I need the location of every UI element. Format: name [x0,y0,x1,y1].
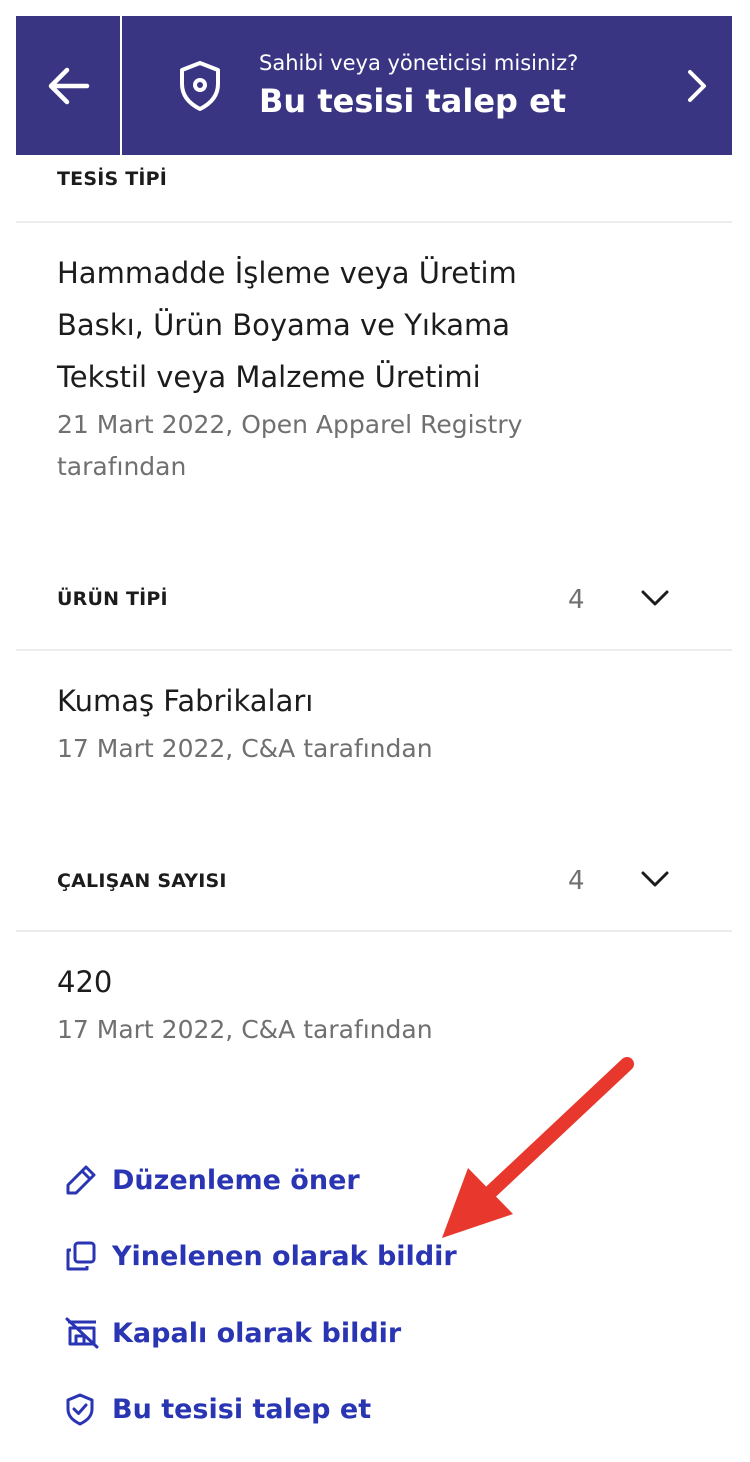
report-closed-label: Kapalı olarak bildir [112,1317,402,1349]
product-type-count: 4 [568,585,585,615]
back-button[interactable] [16,16,122,155]
facility-type-meta: tarafından [57,452,187,481]
product-type-meta: 17 Mart 2022, C&A tarafından [57,734,433,763]
report-closed-link[interactable]: Kapalı olarak bildir [64,1315,401,1351]
chevron-right-icon [688,69,706,102]
closed-store-icon [65,1317,99,1349]
report-duplicate-link[interactable]: Yinelenen olarak bildir [64,1238,457,1274]
employee-count-count: 4 [568,866,585,896]
facility-type-meta: 21 Mart 2022, Open Apparel Registry [57,410,523,439]
suggest-edit-label: Düzenleme öner [112,1164,360,1196]
employee-count-label: ÇALIŞAN SAYISI [57,870,227,892]
claim-facility-banner-link[interactable]: Sahibi veya yöneticisi misiniz? Bu tesis… [122,16,732,155]
employee-count-value: 420 [57,965,113,999]
report-duplicate-label: Yinelenen olarak bildir [112,1240,457,1272]
duplicate-icon [66,1241,96,1271]
claim-facility-label: Bu tesisi talep et [112,1393,372,1425]
shield-check-icon [66,1393,94,1426]
facility-type-value: Baskı, Ürün Boyama ve Yıkama [57,308,511,342]
facility-type-value: Tekstil veya Malzeme Üretimi [57,360,481,394]
divider [16,221,732,223]
annotation-arrow-icon [442,1057,634,1238]
product-type-value: Kumaş Fabrikaları [57,684,314,718]
pencil-icon [66,1165,96,1195]
divider [16,649,732,651]
divider [16,930,732,932]
facility-type-value: Hammadde İşleme veya Üretim [57,256,517,290]
chevron-down-icon[interactable] [640,869,670,889]
facility-type-label: TESİS TİPİ [57,168,168,190]
claim-banner: Sahibi veya yöneticisi misiniz? Bu tesis… [16,16,732,155]
product-type-label: ÜRÜN TİPİ [57,588,168,610]
arrow-left-icon [48,67,90,104]
claim-title: Bu tesisi talep et [259,81,567,120]
shield-icon [180,60,220,111]
claim-facility-link[interactable]: Bu tesisi talep et [64,1391,371,1427]
suggest-edit-link[interactable]: Düzenleme öner [64,1162,360,1198]
chevron-down-icon[interactable] [640,588,670,608]
claim-question: Sahibi veya yöneticisi misiniz? [259,50,579,75]
